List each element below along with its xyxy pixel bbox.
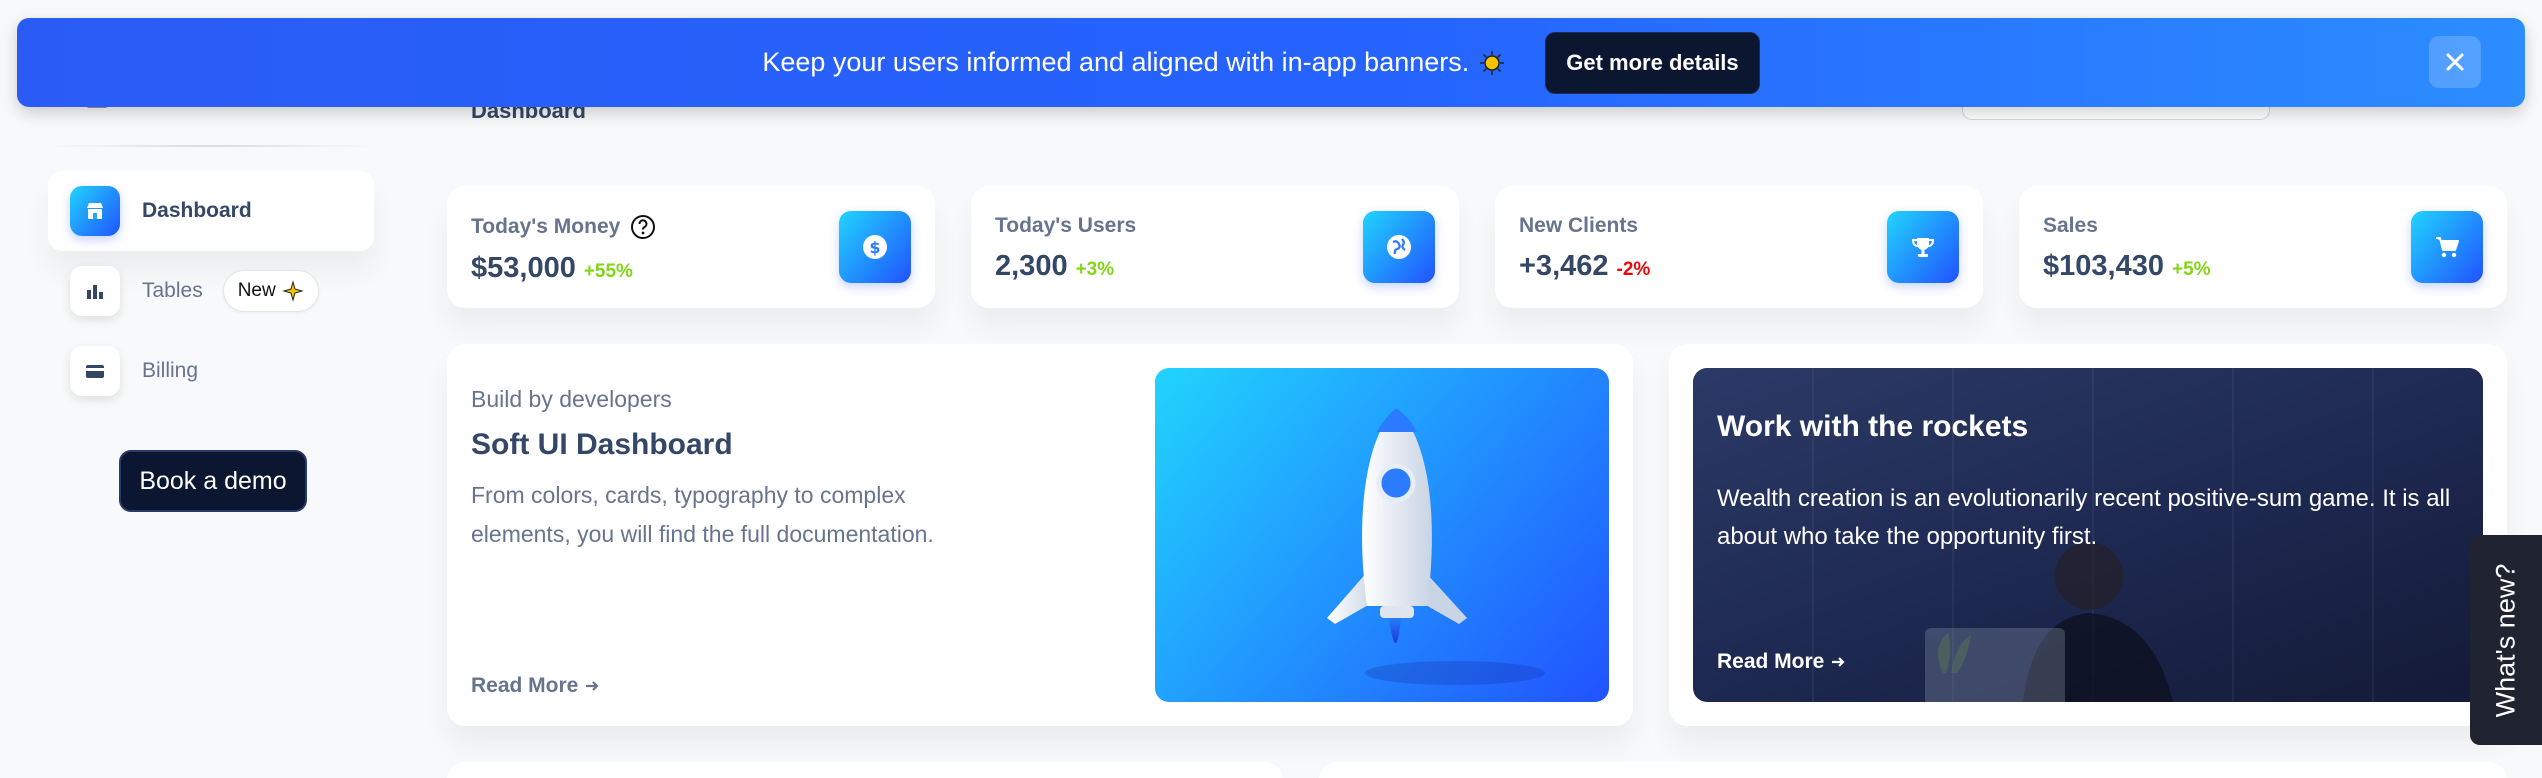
- dollar-icon: $: [839, 211, 911, 283]
- whats-new-tab[interactable]: What's new?: [2470, 535, 2542, 745]
- rockets-description: Wealth creation is an evolutionarily rec…: [1717, 485, 2451, 550]
- stat-label: New Clients: [1519, 214, 1639, 237]
- rocket-illustration: [1155, 368, 1609, 702]
- build-subtitle: Build by developers: [471, 386, 672, 412]
- sidebar: Dashboard Tables New Billing Book a demo: [0, 0, 400, 778]
- stat-label: Today's Money: [471, 215, 621, 238]
- stat-change: -2%: [1616, 259, 1651, 280]
- credit-card-icon: [70, 346, 120, 396]
- new-badge-label: New: [237, 280, 276, 301]
- rocket-icon: [1327, 408, 1545, 685]
- rockets-card: Work with the rockets Wealth creation is…: [1669, 344, 2507, 726]
- read-more-label: Read More: [1717, 650, 1825, 673]
- stat-card-clients: New Clients +3,462 -2%: [1495, 186, 1983, 308]
- help-icon[interactable]: [630, 214, 656, 240]
- new-badge: New: [222, 270, 319, 312]
- svg-text:$: $: [869, 238, 880, 257]
- bottom-card-left: [447, 762, 1283, 778]
- globe-icon: [1363, 211, 1435, 283]
- build-description: From colors, cards, typography to comple…: [471, 482, 934, 547]
- book-demo-button[interactable]: Book a demo: [119, 450, 307, 512]
- stat-change: +5%: [2171, 259, 2211, 280]
- read-more-link[interactable]: Read More: [1717, 650, 1846, 674]
- read-more-label: Read More: [471, 674, 579, 697]
- rockets-background-image: Work with the rockets Wealth creation is…: [1693, 368, 2483, 702]
- build-card: Build by developers Soft UI Dashboard Fr…: [447, 344, 1633, 726]
- build-title: Soft UI Dashboard: [471, 428, 733, 461]
- sidebar-item-label: Billing: [142, 359, 199, 382]
- stat-value: $103,430: [2043, 250, 2164, 282]
- rockets-title: Work with the rockets: [1717, 410, 2029, 443]
- sidebar-item-tables[interactable]: Tables New: [48, 251, 374, 331]
- arrow-right-icon: [586, 681, 599, 691]
- shop-icon: [70, 186, 120, 236]
- close-banner-button[interactable]: [2429, 36, 2481, 88]
- read-more-link[interactable]: Read More: [471, 674, 600, 698]
- cart-icon: [2411, 211, 2483, 283]
- bottom-card-right: [1319, 762, 2507, 778]
- close-icon: [2446, 53, 2464, 71]
- sidebar-item-label: Dashboard: [142, 199, 252, 222]
- stat-label: Sales: [2043, 214, 2098, 237]
- arrow-right-icon: [1832, 657, 1845, 667]
- stat-card-users: Today's Users 2,300 +3%: [971, 186, 1459, 308]
- stat-label: Today's Users: [995, 214, 1137, 237]
- chart-bar-icon: [70, 266, 120, 316]
- sidebar-item-dashboard[interactable]: Dashboard: [48, 171, 374, 251]
- stat-change: +3%: [1075, 259, 1115, 280]
- trophy-icon: [1887, 211, 1959, 283]
- sparkle-icon: [281, 280, 304, 302]
- stat-card-sales: Sales $103,430 +5%: [2019, 186, 2507, 308]
- stat-value: 2,300: [995, 250, 1068, 282]
- get-more-details-button[interactable]: Get more details: [1545, 31, 1760, 94]
- sidebar-item-label: Tables: [142, 279, 203, 302]
- stat-change: +55%: [583, 261, 633, 282]
- sidebar-divider: [48, 145, 374, 147]
- stat-value: +3,462: [1519, 250, 1609, 282]
- banner-message: Keep your users informed and aligned wit…: [762, 47, 1505, 78]
- banner-text: Keep your users informed and aligned wit…: [762, 47, 1470, 77]
- in-app-banner: Keep your users informed and aligned wit…: [17, 18, 2525, 107]
- sun-icon: [1480, 50, 1505, 75]
- stat-card-money: Today's Money $53,000 +55% $: [447, 186, 935, 308]
- stat-value: $53,000: [471, 252, 576, 284]
- whats-new-label: What's new?: [2490, 563, 2521, 717]
- sidebar-item-billing[interactable]: Billing: [48, 331, 374, 411]
